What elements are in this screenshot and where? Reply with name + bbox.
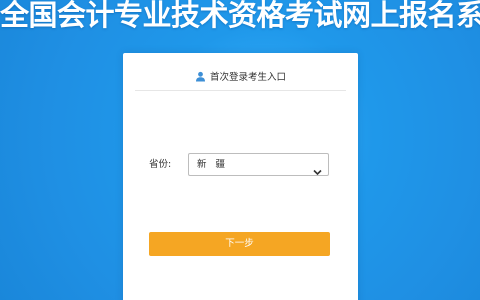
card-title: 首次登录考生入口 xyxy=(209,72,286,83)
chevron-down-icon xyxy=(313,161,322,176)
province-row: 省份: 新 疆 xyxy=(123,153,358,177)
province-selected-value: 新 疆 xyxy=(197,159,229,170)
card-divider xyxy=(135,90,346,91)
card-header: 首次登录考生入口 xyxy=(123,64,358,88)
page: 全国会计专业技术资格考试网上报名系统 首次登录考生入口 省份: 新 疆 下一步 xyxy=(0,0,480,300)
next-step-button[interactable]: 下一步 xyxy=(149,232,330,256)
province-label: 省份: xyxy=(149,159,172,170)
page-title: 全国会计专业技术资格考试网上报名系统 xyxy=(0,0,480,32)
province-select[interactable]: 新 疆 xyxy=(188,153,329,176)
login-card: 首次登录考生入口 省份: 新 疆 下一步 xyxy=(123,53,358,300)
user-icon xyxy=(195,71,206,82)
